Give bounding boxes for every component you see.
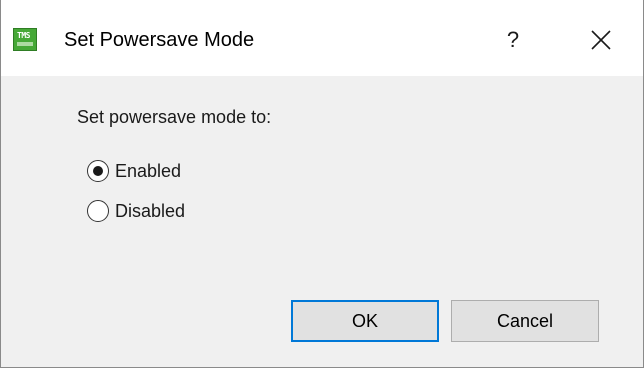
radio-enabled[interactable]: Enabled: [87, 158, 181, 184]
prompt-label: Set powersave mode to:: [77, 107, 272, 127]
ok-button[interactable]: OK: [291, 300, 439, 342]
radio-button-selected[interactable]: [87, 160, 109, 182]
set-powersave-dialog: TMS Set Powersave Mode ? Set powersave m…: [0, 0, 644, 368]
radio-disabled[interactable]: Disabled: [87, 198, 185, 224]
app-logo-icon: TMS: [13, 28, 37, 51]
radio-enabled-label[interactable]: Enabled: [115, 160, 181, 182]
radio-selected-dot: [92, 165, 103, 176]
cancel-button[interactable]: Cancel: [451, 300, 599, 342]
close-button[interactable]: [581, 20, 621, 60]
app-logo-stripe: [17, 42, 33, 46]
radio-button-unselected[interactable]: [87, 200, 109, 222]
help-button[interactable]: ?: [495, 20, 531, 60]
close-icon: [591, 30, 611, 50]
window-title: Set Powersave Mode: [64, 29, 255, 51]
title-bar[interactable]: TMS Set Powersave Mode ?: [1, 0, 643, 76]
app-logo-glyph: TMS: [17, 31, 30, 40]
radio-disabled-label[interactable]: Disabled: [115, 200, 185, 222]
